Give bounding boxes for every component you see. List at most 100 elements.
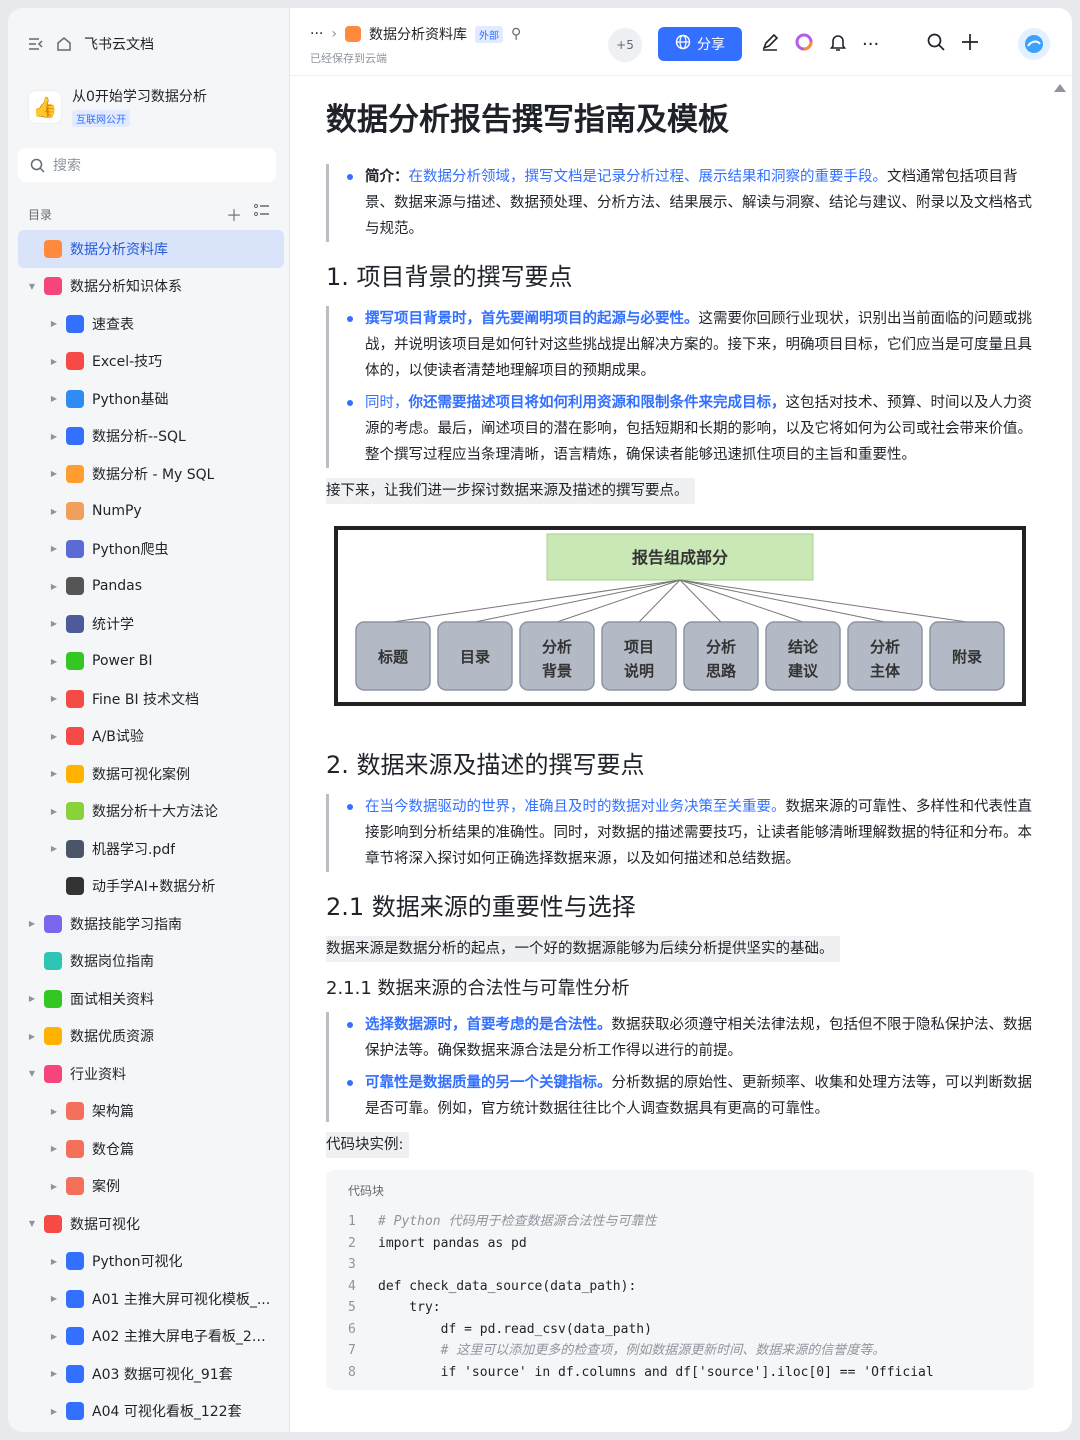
thumbs-up-icon bbox=[44, 1027, 62, 1046]
chevron-right-icon[interactable]: ▶ bbox=[48, 844, 60, 853]
chevron-right-icon[interactable]: ▶ bbox=[26, 1032, 38, 1041]
chevron-right-icon[interactable]: ▶ bbox=[48, 1407, 60, 1416]
chevron-right-icon[interactable]: ▶ bbox=[48, 319, 60, 328]
sidebar-item[interactable]: ▶ Excel-技巧 bbox=[8, 343, 290, 381]
sidebar-item[interactable]: ▶ NumPy bbox=[8, 493, 290, 531]
chevron-right-icon[interactable]: ▶ bbox=[48, 769, 60, 778]
collapse-sidebar-icon[interactable] bbox=[28, 37, 44, 51]
sidebar-item[interactable]: ▶ 面试相关资料 bbox=[8, 980, 290, 1018]
sidebar-item[interactable]: ▶ A/B试验 bbox=[8, 718, 290, 756]
sidebar-item[interactable]: ▶ Fine BI 技术文档 bbox=[8, 680, 290, 718]
sidebar-item[interactable]: ▶ A04 可视化看板_122套 bbox=[8, 1393, 290, 1431]
collaborators-count[interactable]: +5 bbox=[608, 28, 642, 62]
app-name[interactable]: 飞书云文档 bbox=[84, 34, 154, 54]
chevron-right-icon[interactable]: ▶ bbox=[48, 357, 60, 366]
chevron-right-icon[interactable]: ▶ bbox=[48, 1144, 60, 1153]
sidebar-item[interactable]: ▶ 数仓篇 bbox=[8, 1130, 290, 1168]
sidebar-item[interactable]: 动手学AI+数据分析 bbox=[8, 868, 290, 906]
plus-icon[interactable] bbox=[960, 32, 980, 56]
search-input[interactable]: 搜索 bbox=[18, 148, 276, 182]
sidebar-item[interactable]: ▶ 数据优质资源 bbox=[8, 1018, 290, 1056]
pin-icon[interactable]: ⚲ bbox=[511, 26, 521, 42]
chevron-down-icon[interactable]: ▼ bbox=[26, 282, 38, 291]
sidebar-item[interactable]: ▶ A03 数据可视化_91套 bbox=[8, 1355, 290, 1393]
chevron-right-icon[interactable]: ▶ bbox=[48, 1332, 60, 1341]
sidebar-item[interactable]: ▶ 数据分析 - My SQL bbox=[8, 455, 290, 493]
heart-icon bbox=[44, 1064, 62, 1083]
sidebar-item[interactable]: ▶ Python爬虫 bbox=[8, 530, 290, 568]
chevron-right-icon[interactable]: ▶ bbox=[48, 1369, 60, 1378]
chevron-right-icon[interactable]: ▶ bbox=[48, 1182, 60, 1191]
breadcrumb-more[interactable]: ··· bbox=[310, 26, 323, 42]
sidebar-item[interactable]: ▶ 速查表 bbox=[8, 305, 290, 343]
sidebar-item[interactable]: ▶ 统计学 bbox=[8, 605, 290, 643]
sidebar-item[interactable]: ▶ 案例 bbox=[8, 1168, 290, 1206]
diagram-node-label: 分析 bbox=[542, 638, 572, 656]
sidebar-item[interactable]: ▶ 机器学习.pdf bbox=[8, 830, 290, 868]
code-text: try: bbox=[378, 1300, 441, 1315]
compass-icon bbox=[44, 914, 62, 933]
sidebar-item[interactable]: ▶ Python可视化 bbox=[8, 1243, 290, 1281]
sidebar-item[interactable]: 数据岗位指南 bbox=[8, 943, 290, 981]
scrollbar-up-arrow[interactable] bbox=[1054, 84, 1066, 92]
edit-icon[interactable] bbox=[760, 32, 780, 56]
paragraph: 可靠性是数据质量的另一个关键指标。分析数据的原始性、更新频率、收集和处理方法等，… bbox=[343, 1070, 1038, 1122]
sidebar-item[interactable]: ▶ 数据分析--SQL bbox=[8, 418, 290, 456]
line-number: 1 bbox=[348, 1214, 356, 1229]
chevron-right-icon[interactable]: ▶ bbox=[48, 694, 60, 703]
search-icon[interactable] bbox=[926, 32, 946, 56]
sidebar-item-label: Python爬虫 bbox=[92, 541, 169, 558]
sidebar-item[interactable]: ▶ 数据分析十大方法论 bbox=[8, 793, 290, 831]
chevron-down-icon[interactable]: ▼ bbox=[26, 1219, 38, 1228]
sidebar-item[interactable]: 数据分析资料库 bbox=[18, 230, 284, 268]
thumbs-up-icon: 👍 bbox=[28, 89, 62, 124]
medal-icon bbox=[66, 764, 84, 783]
ai-assistant-icon[interactable] bbox=[794, 32, 814, 56]
code-line: 3 bbox=[348, 1254, 1018, 1276]
home-icon[interactable] bbox=[56, 36, 72, 52]
chevron-right-icon[interactable]: ▶ bbox=[26, 919, 38, 928]
space-header[interactable]: 👍 从0开始学习数据分析 互联网公开 bbox=[28, 86, 207, 127]
diagram-node-label: 分析 bbox=[870, 638, 900, 656]
avatar[interactable] bbox=[1018, 28, 1050, 60]
bell-icon[interactable] bbox=[828, 32, 848, 56]
breadcrumb: ··· › 数据分析资料库 外部 ⚲ bbox=[310, 24, 521, 44]
share-button[interactable]: 分享 bbox=[658, 27, 742, 61]
sidebar-item[interactable]: ▶ Power BI bbox=[8, 643, 290, 681]
sidebar-item[interactable]: ▼ 数据分析知识体系 bbox=[8, 268, 290, 306]
chevron-right-icon[interactable]: ▶ bbox=[48, 544, 60, 553]
chevron-right-icon[interactable]: ▶ bbox=[48, 582, 60, 591]
sidebar-item[interactable]: ▶ A02 主推大屏电子看板_20套 bbox=[8, 1318, 290, 1356]
sidebar-topbar: 飞书云文档 bbox=[28, 32, 154, 56]
chevron-right-icon[interactable]: ▶ bbox=[48, 394, 60, 403]
sidebar-item[interactable]: ▶ 数据可视化案例 bbox=[8, 755, 290, 793]
chevron-right-icon[interactable]: ▶ bbox=[48, 657, 60, 666]
chevron-right-icon[interactable]: ▶ bbox=[48, 507, 60, 516]
toc-header: 目录 ＋ bbox=[28, 202, 270, 226]
doc-name[interactable]: 数据分析资料库 bbox=[369, 24, 467, 44]
chevron-right-icon[interactable]: ▶ bbox=[48, 432, 60, 441]
chevron-right-icon[interactable]: ▶ bbox=[48, 807, 60, 816]
chevron-right-icon[interactable]: ▶ bbox=[48, 1257, 60, 1266]
chevron-right-icon[interactable]: ▶ bbox=[48, 619, 60, 628]
list-settings-icon[interactable] bbox=[254, 202, 270, 226]
code-example-label: 代码块实例: bbox=[326, 1132, 410, 1158]
chevron-right-icon[interactable]: ▶ bbox=[26, 994, 38, 1003]
sidebar-item[interactable]: ▶ Pandas bbox=[8, 568, 290, 606]
add-icon[interactable]: ＋ bbox=[226, 202, 242, 226]
bar-chart-icon bbox=[66, 1402, 84, 1421]
sidebar-item[interactable]: ▶ 数据技能学习指南 bbox=[8, 905, 290, 943]
chevron-down-icon[interactable]: ▼ bbox=[26, 1069, 38, 1078]
sidebar-item[interactable]: ▶ Python基础 bbox=[8, 380, 290, 418]
chevron-right-icon[interactable]: ▶ bbox=[48, 732, 60, 741]
chevron-right-icon[interactable]: ▶ bbox=[48, 1107, 60, 1116]
chevron-right-icon[interactable]: ▶ bbox=[48, 469, 60, 478]
code-block[interactable]: 代码块 1 # Python 代码用于检查数据源合法性与可靠性 2 import pa… bbox=[326, 1170, 1034, 1390]
more-options-icon[interactable]: ··· bbox=[862, 34, 879, 55]
chevron-right-icon[interactable]: ▶ bbox=[48, 1294, 60, 1303]
sidebar-item[interactable]: ▼ 行业资料 bbox=[8, 1055, 290, 1093]
sidebar-item[interactable]: ▶ 架构篇 bbox=[8, 1093, 290, 1131]
sidebar-item[interactable]: ▼ 数据可视化 bbox=[8, 1205, 290, 1243]
star-icon bbox=[44, 952, 62, 971]
sidebar-item[interactable]: ▶ A01 主推大屏可视化模板_... bbox=[8, 1280, 290, 1318]
